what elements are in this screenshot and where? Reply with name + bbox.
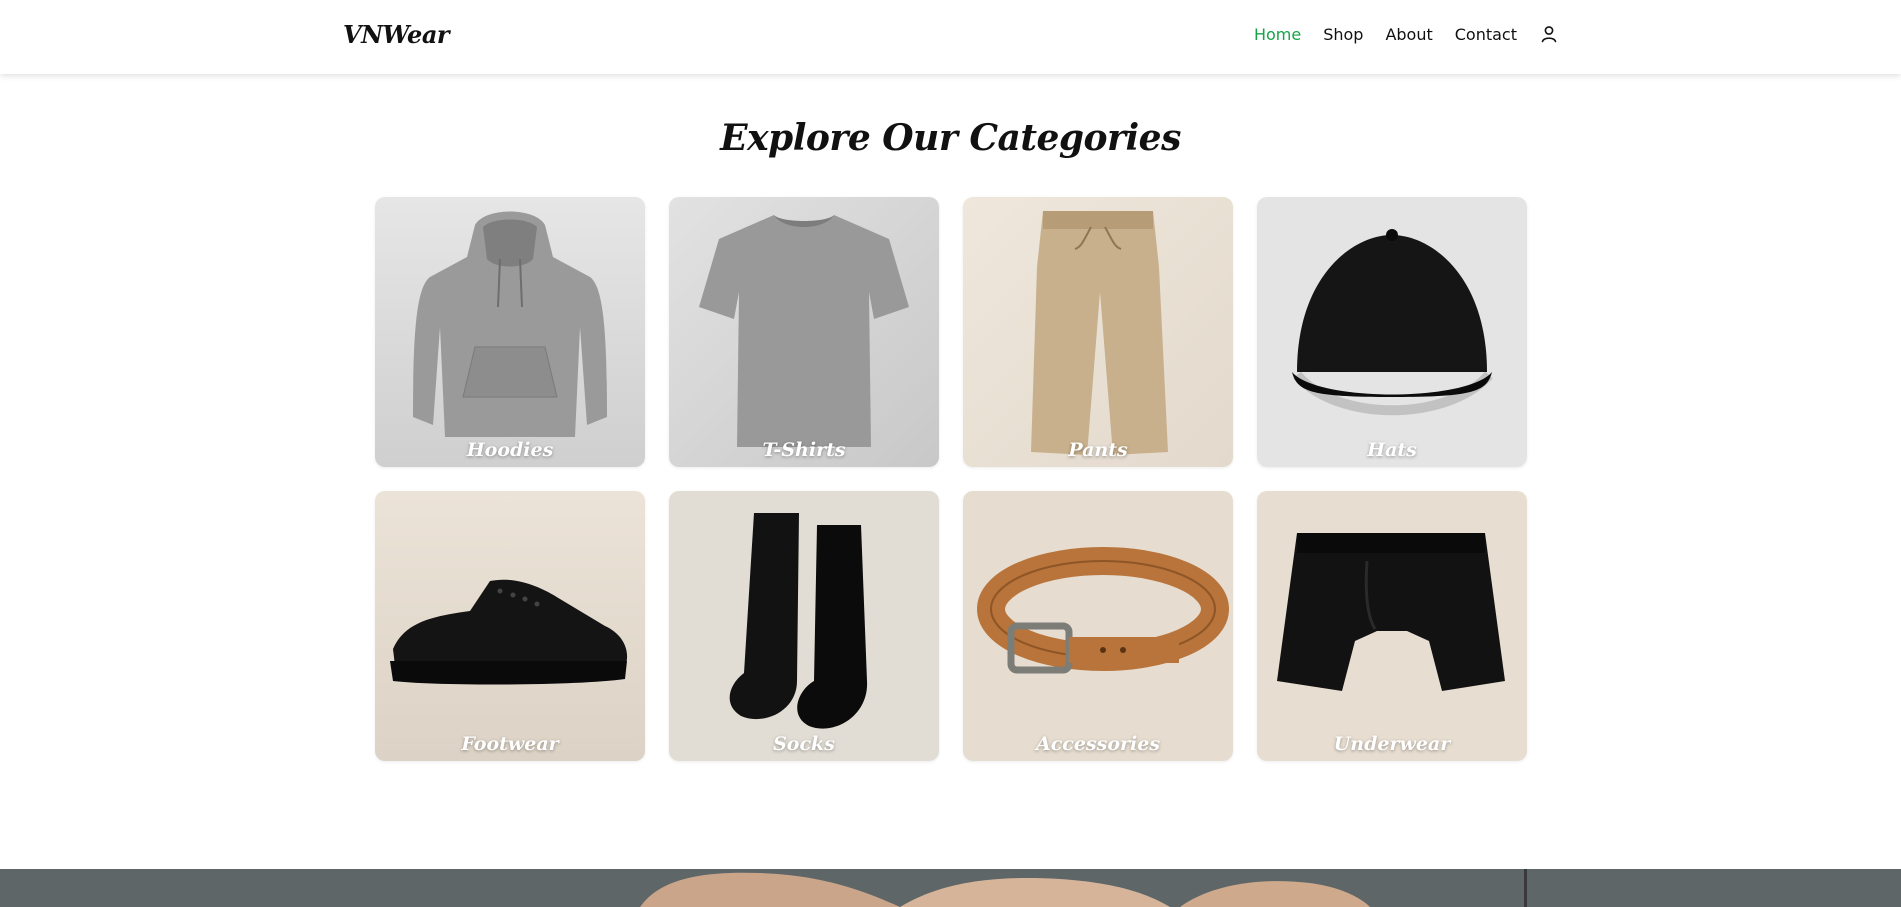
nav-contact[interactable]: Contact — [1455, 25, 1517, 44]
category-card-footwear[interactable]: Footwear — [375, 491, 645, 761]
nav-about[interactable]: About — [1385, 25, 1432, 44]
category-label: Pants — [1068, 439, 1128, 461]
cap-image — [1257, 197, 1527, 467]
category-label: Accessories — [1035, 733, 1161, 755]
category-card-socks[interactable]: Socks — [669, 491, 939, 761]
category-card-tshirts[interactable]: T-Shirts — [669, 197, 939, 467]
nav-home[interactable]: Home — [1254, 25, 1301, 44]
main-nav: Home Shop About Contact — [1254, 24, 1559, 44]
category-label: Hoodies — [466, 439, 554, 461]
nav-shop[interactable]: Shop — [1323, 25, 1363, 44]
sneaker-image — [375, 491, 645, 761]
belt-image — [963, 491, 1233, 761]
hoodie-image — [375, 197, 645, 467]
category-card-underwear[interactable]: Underwear — [1257, 491, 1527, 761]
category-card-pants[interactable]: Pants — [963, 197, 1233, 467]
category-card-hats[interactable]: Hats — [1257, 197, 1527, 467]
hero-banner-image — [0, 869, 1901, 907]
user-icon[interactable] — [1539, 24, 1559, 44]
category-label: Underwear — [1333, 733, 1451, 755]
page-title: Explore Our Categories — [720, 117, 1181, 159]
site-header: VNWear Home Shop About Contact — [0, 0, 1901, 74]
category-label: T-Shirts — [762, 439, 846, 461]
socks-image — [669, 491, 939, 761]
boxer-briefs-image — [1257, 491, 1527, 761]
category-label: Footwear — [461, 733, 559, 755]
category-card-hoodies[interactable]: Hoodies — [375, 197, 645, 467]
category-label: Socks — [773, 733, 835, 755]
tshirt-image — [669, 197, 939, 467]
pants-image — [963, 197, 1233, 467]
category-grid: Hoodies T-Shirts Pants Hats Footwear Soc… — [375, 197, 1527, 761]
category-label: Hats — [1367, 439, 1417, 461]
category-card-accessories[interactable]: Accessories — [963, 491, 1233, 761]
logo[interactable]: VNWear — [343, 20, 450, 49]
